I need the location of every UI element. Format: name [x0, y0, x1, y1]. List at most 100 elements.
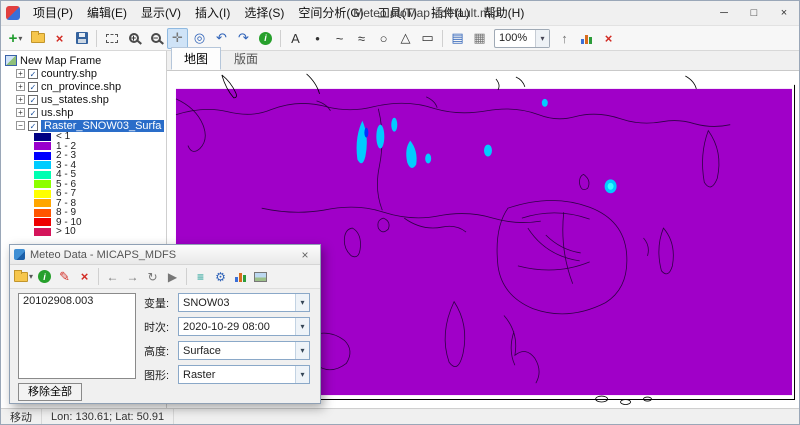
open-data-button[interactable]: ▾	[13, 267, 34, 286]
draw-polygon-button[interactable]: △	[395, 28, 416, 49]
previous-time-button[interactable]: ←	[103, 267, 122, 286]
next-time-button[interactable]: →	[123, 267, 142, 286]
layer-checkbox[interactable]: ✓	[28, 95, 38, 105]
data-image-button[interactable]	[251, 267, 270, 286]
toolbar-separator	[280, 30, 281, 47]
full-extent-button[interactable]: ◎	[189, 28, 210, 49]
menu-view[interactable]: 显示(V)	[134, 1, 188, 25]
image-icon	[254, 272, 267, 282]
list-icon: ≡	[197, 270, 204, 284]
legend-item: 1 - 2	[1, 142, 166, 152]
time-label: 时次:	[144, 319, 178, 335]
north-arrow-button[interactable]: ↑	[554, 28, 575, 49]
legend-swatch	[34, 152, 51, 160]
draw-data-button[interactable]: ✎	[55, 267, 74, 286]
map-frame-node[interactable]: New Map Frame	[1, 54, 166, 67]
variable-combo[interactable]: SNOW03 ▾	[178, 293, 310, 312]
layer-checkbox[interactable]: ✓	[28, 121, 38, 131]
open-button[interactable]	[27, 28, 48, 49]
delete-icon: ×	[81, 269, 89, 284]
dialog-title-bar[interactable]: Meteo Data - MICAPS_MDFS ×	[10, 245, 320, 265]
curve-icon: ≈	[358, 31, 365, 46]
identify-button[interactable]: i	[255, 28, 276, 49]
new-button[interactable]: +▾	[5, 28, 26, 49]
label-text-button[interactable]: A	[285, 28, 306, 49]
grid-button[interactable]: ▦	[469, 28, 490, 49]
legend-swatch	[34, 209, 51, 217]
main-toolbar: +▾ × + − ✛ ◎ ↶ ↷ i A • ~ ≈ ○ △ ▭ ▤ ▦ 100…	[1, 25, 799, 51]
layer-item-raster-snow03[interactable]: − ✓ Raster_SNOW03_Surfa	[1, 119, 166, 132]
draw-curve-button[interactable]: ≈	[351, 28, 372, 49]
zoom-level-combo[interactable]: 100% ▾	[494, 29, 550, 48]
chevron-down-icon[interactable]: ▾	[295, 318, 309, 335]
layer-checkbox[interactable]: ✓	[28, 82, 38, 92]
layer-label: cn_province.shp	[41, 81, 121, 93]
remove-all-button[interactable]: 移除全部	[18, 383, 82, 401]
chart-button[interactable]	[576, 28, 597, 49]
run-button[interactable]: ▶	[163, 267, 182, 286]
data-chart-button[interactable]	[231, 267, 250, 286]
layer-item-us[interactable]: + ✓ us.shp	[1, 106, 166, 119]
legend-swatch	[34, 133, 51, 141]
menu-select[interactable]: 选择(S)	[237, 1, 291, 25]
chevron-down-icon[interactable]: ▾	[295, 294, 309, 311]
back-arrow-icon: ←	[107, 270, 119, 284]
dialog-close-button[interactable]: ×	[294, 248, 316, 262]
menu-edit[interactable]: 编辑(E)	[80, 1, 134, 25]
menu-project[interactable]: 项目(P)	[26, 1, 80, 25]
animate-button[interactable]: ↻	[143, 267, 162, 286]
layout-button[interactable]: ▤	[447, 28, 468, 49]
data-file-list[interactable]: 20102908.003	[18, 293, 136, 379]
status-coordinates: Lon: 130.61; Lat: 50.91	[42, 409, 174, 424]
layer-item-us-states[interactable]: + ✓ us_states.shp	[1, 93, 166, 106]
remove-layers-button[interactable]: ×	[598, 28, 619, 49]
list-item[interactable]: 20102908.003	[19, 294, 135, 308]
text-icon: A	[291, 31, 300, 46]
remove-icon: ×	[605, 31, 613, 46]
tab-map[interactable]: 地图	[171, 47, 221, 70]
legend-item: 2 - 3	[1, 151, 166, 161]
expand-icon[interactable]: +	[16, 95, 25, 104]
data-settings-button[interactable]: ⚙	[211, 267, 230, 286]
graphic-combo[interactable]: Raster ▾	[178, 365, 310, 384]
select-rectangle-icon	[106, 34, 118, 43]
zoom-out-button[interactable]: −	[145, 28, 166, 49]
menu-insert[interactable]: 插入(I)	[188, 1, 237, 25]
expand-icon[interactable]: +	[16, 108, 25, 117]
layer-item-country[interactable]: + ✓ country.shp	[1, 67, 166, 80]
expand-icon[interactable]: +	[16, 82, 25, 91]
save-button[interactable]	[71, 28, 92, 49]
layer-checkbox[interactable]: ✓	[28, 108, 38, 118]
close-project-button[interactable]: ×	[49, 28, 70, 49]
layer-checkbox[interactable]: ✓	[28, 69, 38, 79]
draw-rectangle-button[interactable]: ▭	[417, 28, 438, 49]
data-info-button[interactable]: i	[35, 267, 54, 286]
delete-data-button[interactable]: ×	[75, 267, 94, 286]
next-extent-button[interactable]: ↷	[233, 28, 254, 49]
level-combo[interactable]: Surface ▾	[178, 341, 310, 360]
select-button[interactable]	[101, 28, 122, 49]
window-title: MeteoInfoMap - default.mip	[353, 6, 499, 20]
close-window-button[interactable]: ×	[769, 1, 799, 25]
chevron-down-icon[interactable]: ▾	[295, 342, 309, 359]
minimize-button[interactable]: ─	[709, 1, 739, 25]
chevron-down-icon[interactable]: ▾	[535, 30, 549, 47]
legend-item: > 10	[1, 227, 166, 237]
collapse-icon[interactable]: −	[16, 121, 25, 130]
layer-item-cn-province[interactable]: + ✓ cn_province.shp	[1, 80, 166, 93]
maximize-button[interactable]: □	[739, 1, 769, 25]
toolbar-separator	[442, 30, 443, 47]
draw-point-button[interactable]: •	[307, 28, 328, 49]
time-combo[interactable]: 2020-10-29 08:00 ▾	[178, 317, 310, 336]
pan-button[interactable]: ✛	[167, 28, 188, 49]
legend-label: > 10	[56, 226, 76, 237]
chevron-down-icon[interactable]: ▾	[295, 366, 309, 383]
draw-ellipse-button[interactable]: ○	[373, 28, 394, 49]
draw-polyline-button[interactable]: ~	[329, 28, 350, 49]
expand-icon[interactable]: +	[16, 69, 25, 78]
dialog-icon	[14, 249, 25, 260]
data-list-button[interactable]: ≡	[191, 267, 210, 286]
zoom-in-button[interactable]: +	[123, 28, 144, 49]
tab-layout[interactable]: 版面	[221, 47, 271, 70]
previous-extent-button[interactable]: ↶	[211, 28, 232, 49]
